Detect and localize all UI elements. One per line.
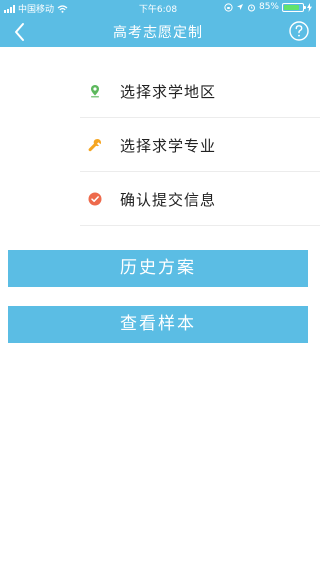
menu-item-major[interactable]: 选择求学专业: [80, 118, 320, 172]
question-circle-icon[interactable]: [288, 20, 310, 42]
check-circle-icon: [88, 192, 102, 206]
battery-icon: [282, 2, 306, 12]
top-bar: 中国移动 下午6:08 85% 高考志愿定制: [0, 0, 316, 47]
battery-fill: [284, 4, 300, 10]
lock-rotation-icon: [224, 2, 233, 12]
location-pin-icon: [91, 85, 99, 98]
page-title: 高考志愿定制: [113, 25, 203, 41]
wrench-icon: [88, 139, 101, 152]
battery-percent: 85%: [258, 2, 279, 12]
nav-bar: 高考志愿定制: [0, 16, 316, 47]
history-plans-button[interactable]: 历史方案: [8, 250, 308, 287]
menu-item-label: 选择求学专业: [120, 137, 217, 155]
menu-item-label: 确认提交信息: [120, 191, 217, 209]
location-arrow-icon: [236, 4, 243, 10]
alarm-icon: [247, 4, 255, 11]
charging-icon: [307, 2, 312, 12]
options-menu: 选择求学地区 选择求学专业 确认提交信息: [80, 64, 320, 226]
menu-item-label: 选择求学地区: [120, 83, 217, 101]
menu-item-confirm[interactable]: 确认提交信息: [80, 172, 320, 226]
menu-item-region[interactable]: 选择求学地区: [80, 64, 320, 118]
view-sample-button[interactable]: 查看样本: [8, 306, 308, 343]
status-bar: 中国移动 下午6:08 85%: [0, 0, 316, 16]
